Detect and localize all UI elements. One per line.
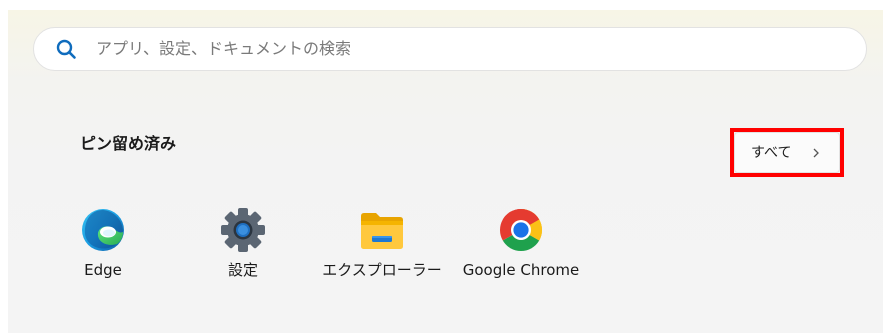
pinned-app-settings[interactable]: 設定 [178,200,308,290]
start-menu-panel: アプリ、設定、ドキュメントの検索 ピン留め済み すべて Edge 設定 エクスプ… [8,10,883,333]
chrome-icon [499,208,543,252]
pinned-app-chrome[interactable]: Google Chrome [456,200,586,290]
app-label-explorer: エクスプローラー [322,261,442,279]
chevron-right-icon [813,148,819,158]
search-placeholder[interactable]: アプリ、設定、ドキュメントの検索 [96,39,351,59]
pinned-app-explorer[interactable]: エクスプローラー [317,200,447,290]
search-icon [56,39,76,59]
app-label-settings: 設定 [227,261,258,279]
all-apps-button-label: すべて [751,145,792,161]
all-apps-button[interactable]: すべて [734,132,840,173]
section-title-pinned: ピン留め済み [80,134,177,153]
app-label-chrome: Google Chrome [462,261,580,279]
pinned-app-edge[interactable]: Edge [38,200,168,290]
search-box[interactable]: アプリ、設定、ドキュメントの検索 [33,27,867,71]
edge-icon [82,209,124,251]
app-label-edge: Edge [84,261,122,279]
folder-icon [361,213,403,249]
settings-gear-icon [221,208,265,252]
